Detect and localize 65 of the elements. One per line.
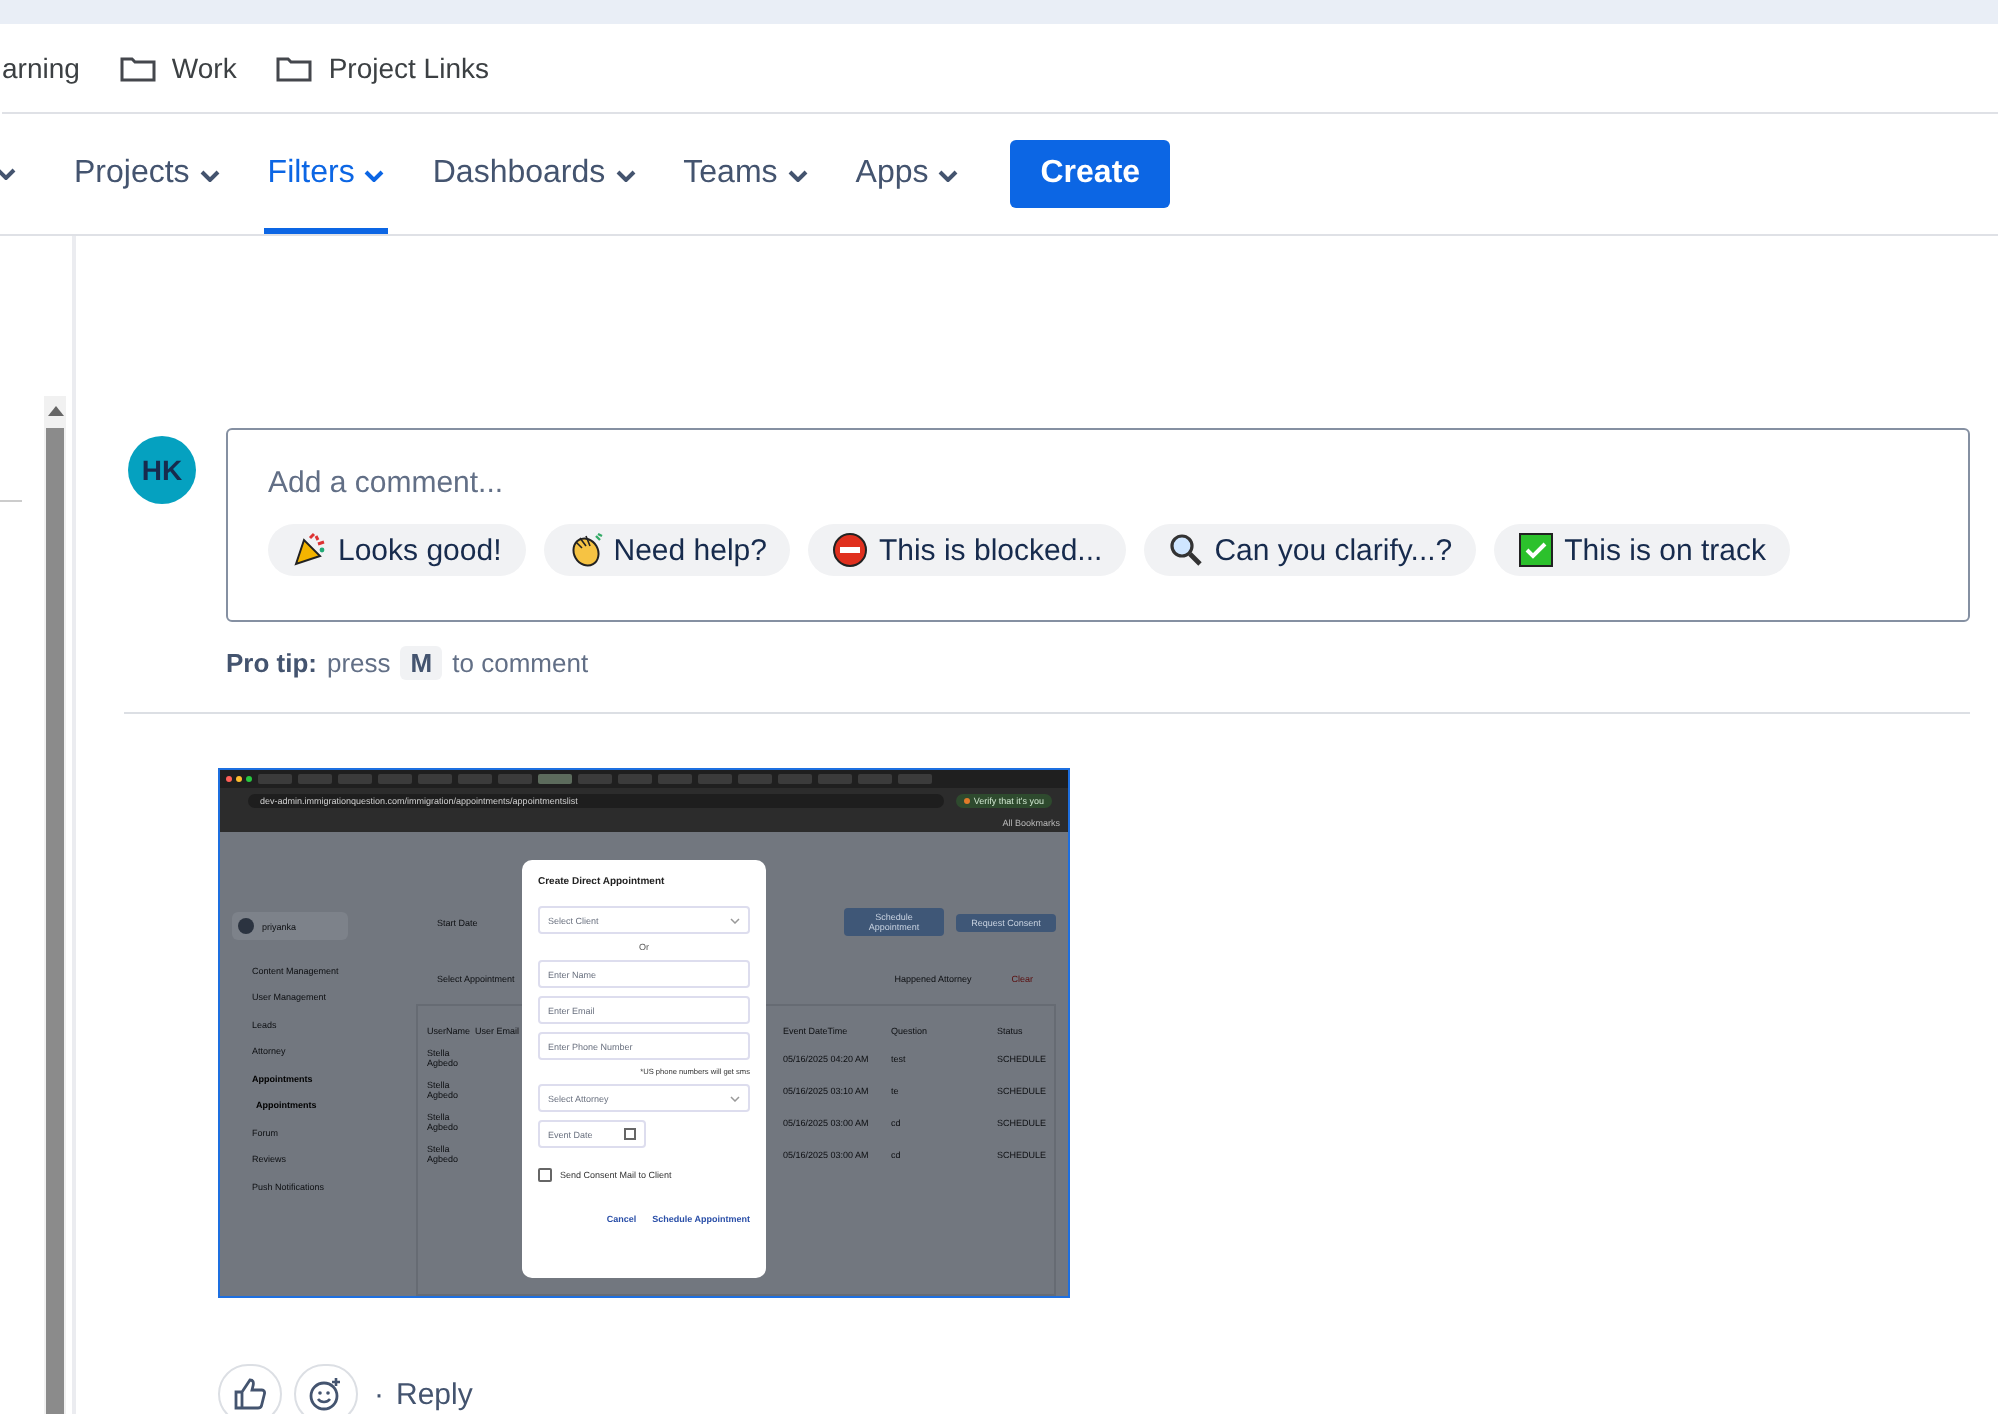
- quick-reply-chip[interactable]: Can you clarify...?: [1144, 524, 1477, 576]
- browser-tab: [458, 774, 492, 784]
- chevron-down-icon: [364, 169, 385, 181]
- nav-menu[interactable]: Filters: [263, 114, 389, 234]
- check-mark-icon: [1518, 532, 1555, 568]
- screenshot-attachment[interactable]: [218, 768, 1070, 1298]
- nav-menu[interactable]: Projects: [70, 114, 224, 234]
- folder-icon: [119, 54, 156, 82]
- like-button[interactable]: [218, 1364, 282, 1414]
- browser-tab: [858, 774, 892, 784]
- magnifier-icon: [1168, 532, 1205, 568]
- browser-tab: [618, 774, 652, 784]
- pro-tip-text: to comment: [452, 648, 589, 678]
- nav-menu[interactable]: Apps: [851, 114, 963, 234]
- browser-tab: [778, 774, 812, 784]
- calendar-icon: [624, 1128, 636, 1140]
- nav-menu[interactable]: Teams: [679, 114, 812, 234]
- quick-reply-chip[interactable]: This is blocked...: [808, 524, 1127, 576]
- browser-tab: [578, 774, 612, 784]
- party-popper-icon: [292, 532, 328, 568]
- quick-reply-chip[interactable]: Need help?: [543, 524, 791, 576]
- quick-reply-chip[interactable]: Looks good!: [268, 524, 526, 576]
- chevron-down-icon: [199, 169, 220, 181]
- chevron-down-icon: [615, 169, 636, 181]
- smiley-plus-icon: [308, 1376, 344, 1412]
- scroll-up-arrow-icon[interactable]: [45, 404, 65, 416]
- browser-tab: [338, 774, 372, 784]
- browser-tab: [818, 774, 852, 784]
- pro-tip-label: Pro tip:: [226, 648, 317, 678]
- create-button[interactable]: Create: [1010, 140, 1171, 208]
- browser-tab: [378, 774, 412, 784]
- reply-link[interactable]: Reply: [396, 1377, 473, 1411]
- chevron-down-icon: [787, 169, 808, 181]
- separator-dot: ·: [374, 1377, 384, 1411]
- window-controls-icon: [226, 776, 252, 782]
- quick-reply-chip[interactable]: This is on track: [1494, 524, 1791, 576]
- browser-tab: [538, 774, 572, 784]
- add-reaction-button[interactable]: [294, 1364, 358, 1414]
- nav-menu[interactable]: Dashboards: [428, 114, 640, 234]
- folder-icon: [276, 54, 313, 82]
- pro-tip-text: press: [327, 648, 391, 678]
- browser-tab: [258, 774, 292, 784]
- browser-tab: [418, 774, 452, 784]
- chevron-down-icon[interactable]: [0, 168, 16, 180]
- bookmark-link[interactable]: Project Links: [276, 52, 489, 84]
- browser-tab: [738, 774, 772, 784]
- comment-box[interactable]: Add a comment... Looks good! Need help? This is blocked... Can you clarify...? This is on track: [226, 428, 1970, 622]
- scrollbar[interactable]: [44, 396, 66, 1414]
- chevron-down-icon: [730, 1095, 740, 1101]
- user-avatar: HK: [128, 436, 196, 504]
- browser-tab: [898, 774, 932, 784]
- browser-tab: [698, 774, 732, 784]
- chevron-down-icon: [938, 169, 959, 181]
- avatar-icon: [238, 918, 254, 934]
- thumbs-up-icon: [232, 1376, 268, 1412]
- waving-hand-icon: [567, 532, 604, 568]
- browser-tab: [298, 774, 332, 784]
- browser-tab: [658, 774, 692, 784]
- bookmark-link[interactable]: arning: [2, 52, 80, 84]
- no-entry-icon: [832, 532, 869, 568]
- dot-icon: [963, 798, 970, 804]
- browser-tab: [498, 774, 532, 784]
- keyboard-key: M: [400, 646, 443, 680]
- bookmark-link[interactable]: Work: [119, 52, 237, 84]
- chevron-down-icon: [730, 917, 740, 923]
